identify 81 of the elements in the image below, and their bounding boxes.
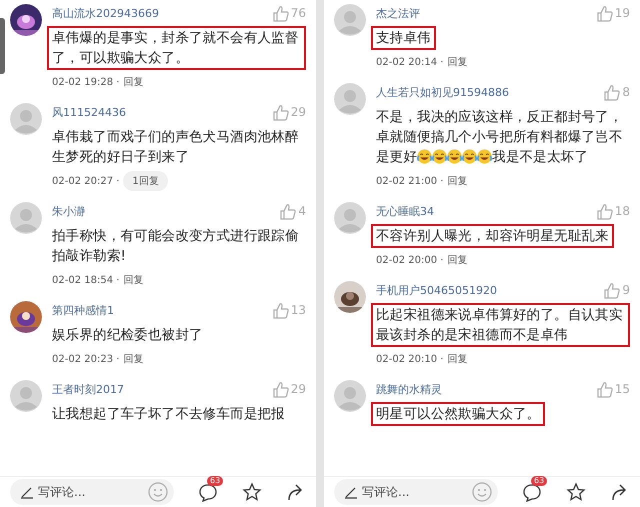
timestamp: 02-02 18:54 · xyxy=(52,274,120,286)
thumbs-up-icon[interactable] xyxy=(596,4,613,22)
star-icon[interactable] xyxy=(566,482,586,502)
comment-text: 比起宋祖德来说卓伟算好的了。自认其实最该封杀的是宋祖德而不是卓伟 xyxy=(371,303,630,347)
thumbs-up-icon[interactable] xyxy=(603,282,620,298)
username[interactable]: 高山流水202943669 xyxy=(52,6,159,20)
username[interactable]: 第四种感情1 xyxy=(52,302,114,318)
username[interactable]: 跳舞的水精灵 xyxy=(376,382,442,396)
username[interactable]: 手机用户50465051920 xyxy=(376,282,497,298)
comment-icon[interactable] xyxy=(198,482,218,502)
smiley-icon[interactable] xyxy=(472,482,492,502)
username[interactable]: 杰之法评 xyxy=(376,6,420,20)
avatar-icon xyxy=(334,202,366,234)
count-badge: 63 xyxy=(207,476,224,486)
comment-icon[interactable] xyxy=(522,482,542,502)
username[interactable]: 无心睡眠34 xyxy=(376,204,434,218)
reply-button[interactable]: 回复 xyxy=(123,75,144,89)
reply-button[interactable]: 回复 xyxy=(447,253,468,267)
smiley-icon[interactable] xyxy=(148,482,168,502)
comment-text: 支持卓伟 xyxy=(371,26,436,50)
pencil-icon xyxy=(20,485,34,499)
thumbs-up-icon[interactable] xyxy=(272,302,289,318)
laughing-emoji-icon xyxy=(432,149,448,164)
reply-button[interactable]: 回复 xyxy=(447,55,468,69)
like-count: 13 xyxy=(290,303,306,317)
like-count: 8 xyxy=(622,85,630,99)
timestamp: 02-02 20:27 · xyxy=(52,176,120,186)
comment-text: 卓伟栽了而戏子们的声色犬马酒肉池林醉生梦死的好日子到来了 xyxy=(51,128,300,167)
laughing-emoji-icon xyxy=(447,149,462,164)
timestamp: 02-02 20:23 · xyxy=(52,354,120,364)
reply-button[interactable]: 回复 xyxy=(123,273,144,287)
like-count: 9 xyxy=(622,283,630,297)
reply-button[interactable]: 1回复 xyxy=(123,171,168,191)
reply-button[interactable]: 回复 xyxy=(123,352,144,366)
thumbs-up-icon[interactable] xyxy=(596,380,613,398)
like-count: 29 xyxy=(290,382,306,396)
like-count: 18 xyxy=(614,204,630,218)
star-icon[interactable] xyxy=(242,482,262,502)
reply-button[interactable]: 回复 xyxy=(447,352,468,366)
timestamp: 02-02 20:14 · xyxy=(376,56,444,68)
count-badge: 63 xyxy=(531,476,548,486)
like-count: 4 xyxy=(298,204,306,218)
thumbs-up-icon[interactable] xyxy=(272,4,289,22)
comment-input[interactable]: 写评论... xyxy=(10,479,174,505)
username[interactable]: 人生若只如初见91594886 xyxy=(376,84,509,100)
laughing-emoji-icon xyxy=(417,149,432,164)
laughing-emoji-icon xyxy=(462,149,478,164)
like-count: 76 xyxy=(290,6,306,20)
pencil-icon xyxy=(344,485,358,499)
username[interactable]: 风111524436 xyxy=(52,104,126,120)
comment-text: 不容许别人曝光，却容许明星无耻乱来 xyxy=(371,224,614,248)
avatar-icon xyxy=(334,83,366,115)
thumbs-up-icon[interactable] xyxy=(272,380,289,398)
comment-text: 拍手称快，有可能会改变方式进行跟踪偷拍敲诈勒索! xyxy=(51,227,300,266)
username[interactable]: 朱小瀞 xyxy=(52,204,85,218)
reply-button[interactable]: 回复 xyxy=(447,174,468,188)
username[interactable]: 王者时刻2017 xyxy=(52,382,124,396)
avatar-icon xyxy=(10,202,42,234)
laughing-emoji-icon xyxy=(477,149,492,164)
thumbs-up-icon[interactable] xyxy=(596,202,613,220)
timestamp: 02-02 20:10 · xyxy=(376,354,444,364)
like-count: 29 xyxy=(290,105,306,119)
like-count: 19 xyxy=(614,6,630,20)
comment-text: 明星可以公然欺骗大众了。 xyxy=(371,402,546,426)
thumbs-up-icon[interactable] xyxy=(603,84,620,100)
thumbs-up-icon[interactable] xyxy=(272,104,289,120)
timestamp: 02-02 19:28 · xyxy=(52,76,120,88)
comment-text: 卓伟爆的是事实，封杀了就不会有人监督了，可以欺骗大众了。 xyxy=(47,26,306,70)
thumbs-up-icon[interactable] xyxy=(279,202,296,220)
avatar-icon xyxy=(10,103,42,135)
edge-tab[interactable] xyxy=(0,18,5,74)
comment-text: 娱乐界的纪检委也被封了 xyxy=(51,326,204,345)
comment-text: 让我想起了车子坏了不去修车而是把报 xyxy=(51,405,286,424)
avatar-icon xyxy=(10,380,42,412)
avatar-icon xyxy=(334,4,366,36)
comment-text: 不是，我决的应该这样，反正都封号了，卓就随便搞几个小号把所有料都爆了岂不是更好 我是不是太坏了 xyxy=(375,108,624,167)
like-count: 15 xyxy=(614,382,630,396)
timestamp: 02-02 20:00 · xyxy=(376,254,444,266)
avatar-icon xyxy=(334,380,366,412)
timestamp: 02-02 21:00 · xyxy=(376,176,444,186)
comment-input[interactable]: 写评论... xyxy=(334,479,498,505)
